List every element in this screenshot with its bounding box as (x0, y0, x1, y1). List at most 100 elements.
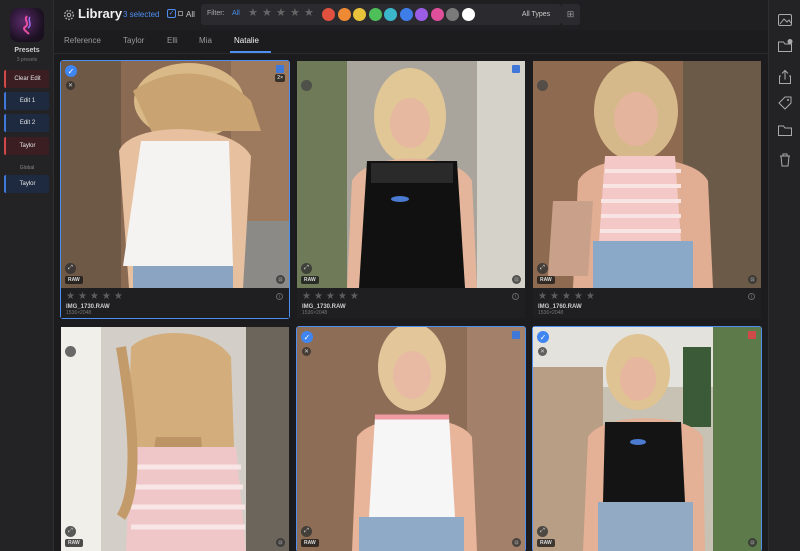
expand-icon[interactable]: ⤢ (537, 526, 548, 537)
folder-icon[interactable] (777, 122, 793, 138)
info-icon[interactable]: i (748, 293, 755, 300)
photo-meta: ★★★★★ i IMG_1730.RAW 1536×2048 (61, 288, 289, 318)
info-icon[interactable]: i (276, 293, 283, 300)
right-toolbar (768, 0, 800, 551)
filter-bar: Filter: All ★ ★ ★ ★ ★ ✓ ✕ (201, 4, 561, 25)
app-logo-icon (10, 8, 44, 42)
presets-count: 3 presets (16, 57, 38, 63)
trash-icon[interactable] (777, 152, 793, 168)
filter-star-5-icon[interactable]: ★ (304, 8, 314, 19)
raw-badge: RAW (65, 539, 83, 547)
photo-thumbnail[interactable]: ⤢ RAW ⊡ (297, 61, 525, 288)
preset-edit-1[interactable]: Edit 1 (4, 92, 49, 110)
crop-icon[interactable]: ⊡ (748, 275, 757, 284)
types-dropdown[interactable]: All Types (516, 4, 556, 25)
expand-icon[interactable]: ⤢ (301, 526, 312, 537)
color-flag-icon[interactable] (512, 65, 520, 73)
global-preset-taylor[interactable]: Taylor (4, 175, 49, 193)
color-filter-swatch[interactable] (461, 8, 475, 21)
selected-count: 3 selected (123, 10, 160, 19)
select-circle-icon[interactable] (537, 80, 548, 91)
library-header: Library 3 selected ✓ All Filter: All ★ ★… (54, 0, 768, 30)
expand-icon[interactable]: ⤢ (537, 263, 548, 274)
selected-check-icon[interactable]: ✓ (65, 65, 77, 77)
raw-badge: RAW (301, 539, 319, 547)
share-icon[interactable] (777, 69, 793, 85)
active-tab-indicator (230, 51, 271, 53)
color-filter-swatch[interactable] (415, 8, 428, 21)
crop-icon[interactable]: ⊡ (276, 275, 285, 284)
color-flag-icon[interactable] (748, 331, 756, 339)
filter-all-option[interactable]: All (232, 10, 240, 17)
crop-icon[interactable]: ⊡ (512, 275, 521, 284)
color-filter-swatch[interactable] (337, 8, 351, 21)
color-filter-swatch[interactable] (399, 8, 413, 21)
reject-icon[interactable]: ✕ (302, 347, 311, 356)
file-dimensions: 1536×2048 (538, 310, 564, 316)
crop-icon[interactable]: ⊡ (748, 538, 757, 547)
filter-label: Filter: (207, 10, 225, 17)
image-icon[interactable] (777, 12, 793, 28)
info-icon[interactable]: i (512, 293, 519, 300)
filter-star-2-icon[interactable]: ★ (262, 8, 272, 19)
tab-taylor[interactable]: Taylor (123, 36, 144, 45)
presets-title: Presets (14, 47, 40, 54)
reject-icon[interactable]: ✕ (66, 81, 75, 90)
expand-icon[interactable]: ⤢ (65, 526, 76, 537)
grid-view-icon[interactable]: ⊞ (561, 4, 580, 25)
preset-edit-2[interactable]: Edit 2 (4, 114, 49, 132)
star-rating[interactable]: ★★★★★ (538, 292, 598, 302)
color-filter-swatch[interactable] (322, 8, 335, 21)
raw-badge: RAW (537, 276, 555, 284)
color-flag-icon[interactable] (276, 65, 284, 73)
preset-taylor[interactable]: Taylor (4, 137, 49, 155)
tab-natalie[interactable]: Natalie (234, 36, 259, 45)
photo-card[interactable]: ⤢ RAW ⊡ ★★★★★ i IMG_1730.RAW 1536×2048 (297, 61, 525, 318)
filter-star-4-icon[interactable]: ★ (290, 8, 300, 19)
select-circle-icon[interactable] (301, 80, 312, 91)
photo-card[interactable]: ⤢ RAW ⊡ ★★★★★ i IMG_1760.RAW 1536×2048 (533, 61, 761, 318)
photo-card[interactable]: ✓ ✕ 2× ⤢ RAW ⊡ ★★★★★ i IMG_1730.RAW 1536… (60, 60, 290, 319)
select-circle-icon[interactable] (65, 346, 76, 357)
star-rating[interactable]: ★★★★★ (66, 292, 126, 302)
tab-mia[interactable]: Mia (199, 36, 212, 45)
select-checkbox[interactable]: ✓ (167, 9, 176, 18)
tag-icon[interactable] (777, 95, 793, 111)
tab-elli[interactable]: Elli (167, 36, 178, 45)
file-dimensions: 1536×2048 (66, 310, 92, 316)
color-filter-swatch[interactable] (353, 8, 366, 21)
new-folder-icon[interactable] (777, 38, 793, 54)
color-filter-swatch[interactable] (368, 8, 382, 21)
photo-thumbnail[interactable]: ✓ ✕ 2× ⤢ RAW ⊡ (61, 61, 289, 288)
crop-icon[interactable]: ⊡ (512, 538, 521, 547)
photo-card[interactable]: ✓ ✕ ⤢ RAW ⊡ (532, 326, 762, 551)
filter-star-3-icon[interactable]: ★ (276, 8, 286, 19)
preset-clear-edit[interactable]: Clear Edit (4, 70, 49, 88)
color-filter-swatch[interactable] (384, 8, 397, 21)
expand-icon[interactable]: ⤢ (301, 263, 312, 274)
color-filter-swatch[interactable] (446, 8, 459, 21)
photo-card[interactable]: ⤢ RAW ⊡ (61, 327, 289, 551)
photo-thumbnail[interactable]: ✓ ✕ ⤢ RAW ⊡ (297, 327, 525, 551)
selected-check-icon[interactable]: ✓ (301, 331, 313, 343)
photo-thumbnail[interactable]: ✓ ✕ ⤢ RAW ⊡ (533, 327, 761, 551)
star-rating[interactable]: ★★★★★ (302, 292, 362, 302)
tab-reference[interactable]: Reference (64, 36, 101, 45)
reject-icon[interactable]: ✕ (538, 347, 547, 356)
photo-meta: ★★★★★ i IMG_1730.RAW 1536×2048 (297, 288, 525, 318)
library-title: Library (78, 6, 123, 21)
selected-check-icon[interactable]: ✓ (537, 331, 549, 343)
filter-star-1-icon[interactable]: ★ (248, 8, 258, 19)
crop-icon[interactable]: ⊡ (276, 538, 285, 547)
color-flag-icon[interactable] (512, 331, 520, 339)
presets-sidebar: Presets 3 presets Clear Edit Edit 1 Edit… (0, 0, 54, 551)
photo-thumbnail[interactable]: ⤢ RAW ⊡ (61, 327, 289, 551)
settings-gear-icon[interactable] (62, 8, 76, 22)
select-all-label[interactable]: All (186, 10, 195, 19)
photo-card[interactable]: ✓ ✕ ⤢ RAW ⊡ (296, 326, 526, 551)
photo-thumbnail[interactable]: ⤢ RAW ⊡ (533, 61, 761, 288)
color-filter-swatch[interactable] (430, 8, 444, 21)
select-all-checkbox[interactable] (178, 11, 183, 16)
album-tabs: Reference Taylor Elli Mia Natalie (54, 30, 768, 54)
expand-icon[interactable]: ⤢ (65, 263, 76, 274)
